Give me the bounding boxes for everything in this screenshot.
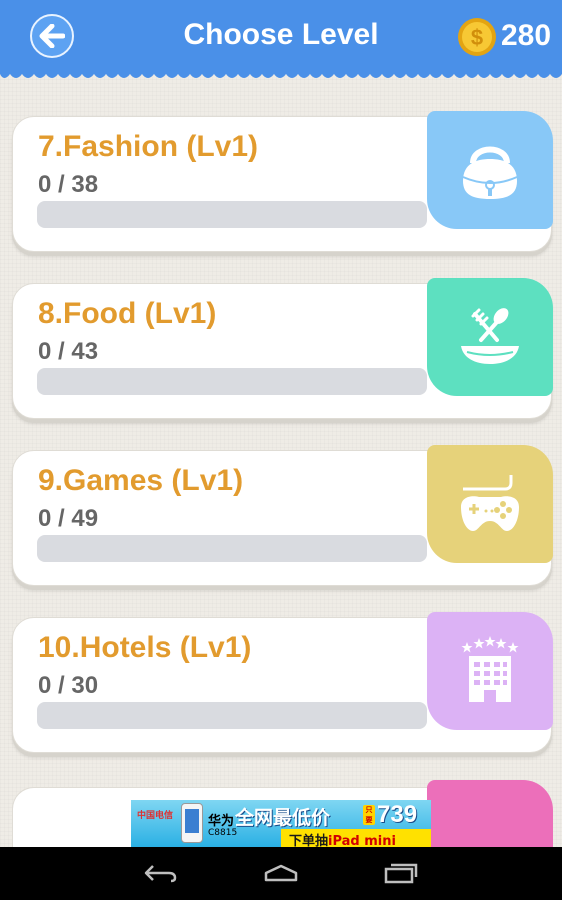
ad-brand: 华为 [208,814,235,829]
gamepad-icon [461,475,519,531]
level-icon-tile-hotels[interactable] [427,612,553,730]
nav-recents-icon [384,863,418,884]
ad-carrier-logo: 中国电信 [137,811,174,821]
header-wave-edge [0,70,562,78]
level-name: 8.Food (Lv1) [38,297,217,330]
ad-banner[interactable]: 中国电信 华为 C8815 全网最低价 只要 739 下单抽iPad mini [131,800,431,847]
level-progress-bar [37,702,427,729]
top-bar: Choose Level $ 280 [0,0,562,72]
hotel-icon [461,636,519,702]
nav-back-button[interactable] [136,857,186,889]
ad-sub-prefix: 下单抽 [289,834,329,847]
ad-subline: 下单抽iPad mini [289,830,396,847]
svg-text:$: $ [471,25,483,50]
nav-back-icon [144,865,177,883]
ad-sub-highlight: iPad mini [328,834,396,847]
ad-model: C8815 [208,828,238,838]
level-icon-tile-partial[interactable] [427,780,553,847]
handbag-icon [462,146,518,199]
level-progress-text: 0 / 38 [38,171,99,198]
level-icon-tile-games[interactable] [427,445,553,563]
coin-count: 280 [501,19,552,52]
coin-icon: $ [458,18,496,56]
level-name: 9.Games (Lv1) [38,464,244,497]
nav-recents-button[interactable] [376,857,426,889]
level-progress-bar [37,201,427,228]
phone-image-icon [181,803,203,843]
level-progress-text: 0 / 49 [38,505,99,532]
ad-price: 739 [377,801,418,828]
fork-spoon-bowl-icon [461,308,519,364]
level-icon-tile-food[interactable] [427,278,553,396]
level-progress-bar [37,535,427,562]
ad-headline: 全网最低价 [235,807,331,829]
level-icon-tile-fashion[interactable] [427,111,553,229]
level-progress-text: 0 / 43 [38,338,99,365]
system-nav-bar [0,847,562,900]
ad-badge: 只要 [363,805,375,825]
level-progress-bar [37,368,427,395]
nav-home-button[interactable] [256,857,306,889]
nav-home-icon [264,864,298,882]
level-name: 7.Fashion (Lv1) [38,130,259,163]
level-name: 10.Hotels (Lv1) [38,631,252,664]
level-progress-text: 0 / 30 [38,672,99,699]
